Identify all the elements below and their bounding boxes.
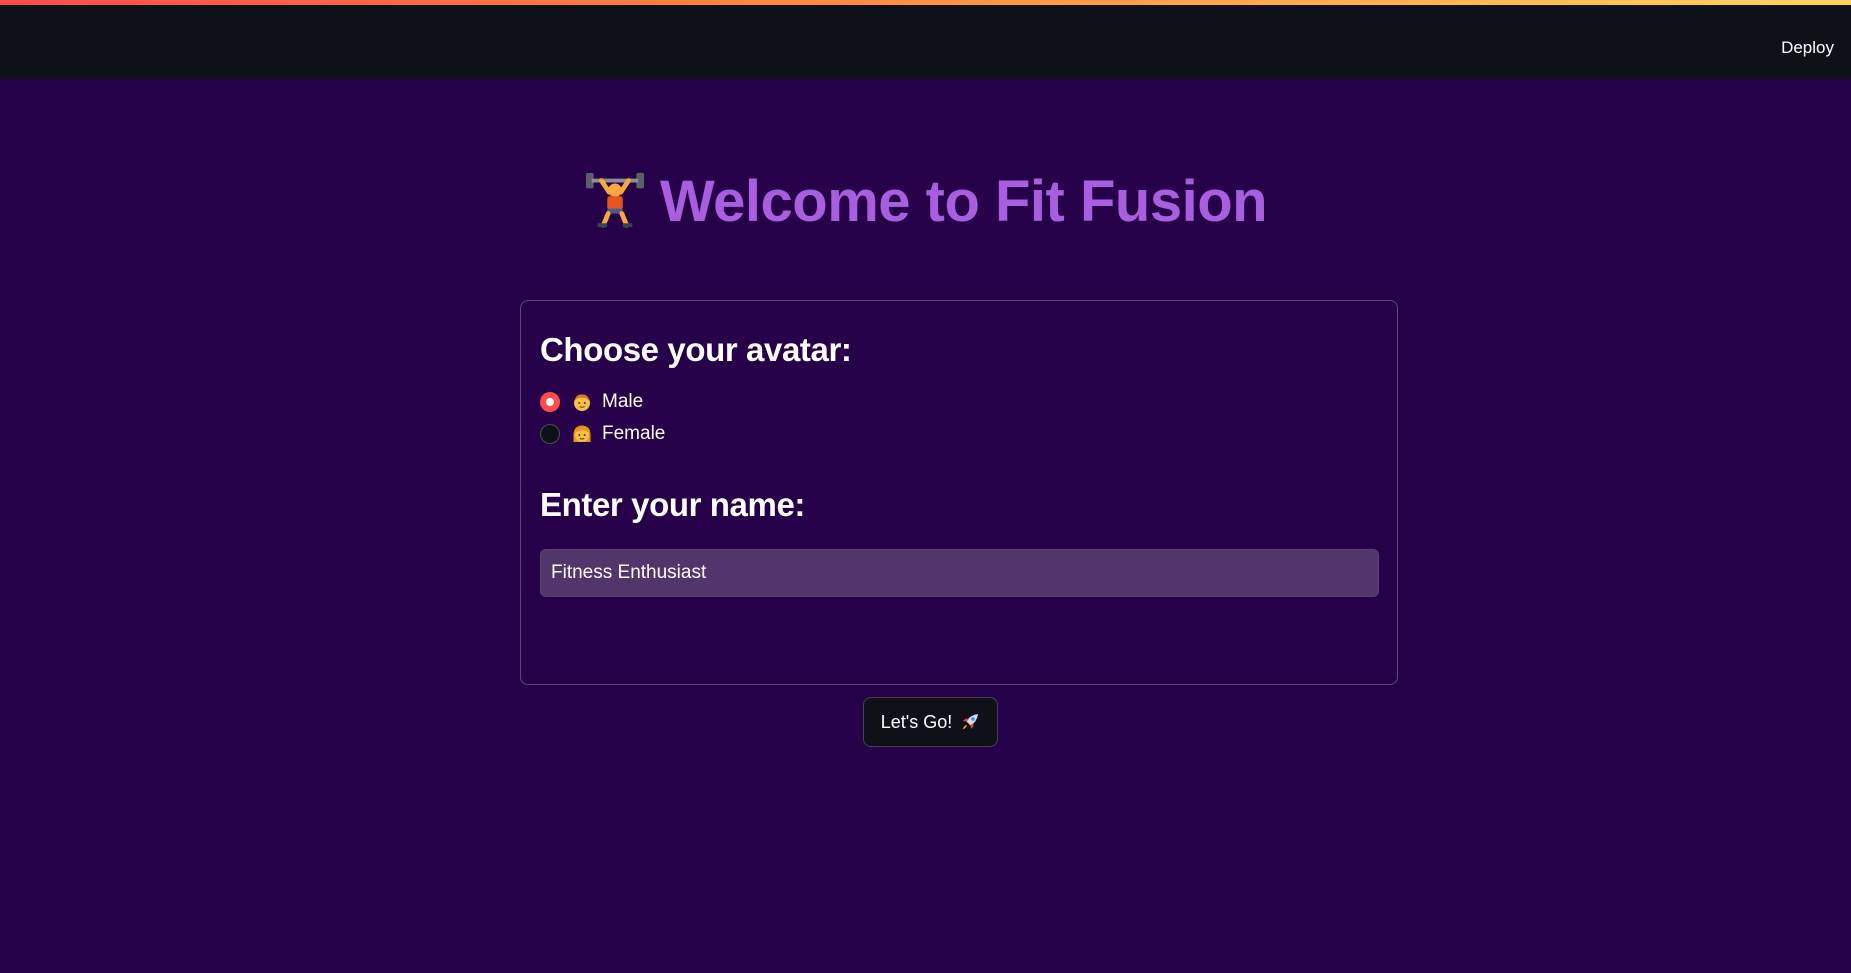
avatar-option-male[interactable]: Male bbox=[540, 389, 643, 415]
name-input[interactable] bbox=[540, 549, 1379, 597]
avatar-option-female[interactable]: Female bbox=[540, 421, 665, 447]
radio-female[interactable] bbox=[540, 424, 560, 444]
radio-male[interactable] bbox=[540, 392, 560, 412]
main-content: Welcome to Fit Fusion Choose your avatar… bbox=[0, 79, 1851, 973]
page-title: Welcome to Fit Fusion bbox=[0, 167, 1851, 235]
avatar-option-male-label: Male bbox=[602, 391, 644, 412]
rocket-icon bbox=[962, 714, 979, 730]
avatar-heading: Choose your avatar: bbox=[540, 331, 852, 368]
woman-face-icon bbox=[573, 425, 591, 442]
deploy-button[interactable]: Deploy bbox=[1781, 38, 1834, 58]
page-title-text: Welcome to Fit Fusion bbox=[659, 169, 1268, 234]
app-header: Deploy bbox=[0, 5, 1851, 79]
avatar-option-female-label: Female bbox=[602, 423, 666, 444]
lets-go-button[interactable]: Let's Go! bbox=[863, 697, 998, 747]
weight-lifter-icon bbox=[585, 172, 644, 228]
name-heading: Enter your name: bbox=[540, 486, 805, 523]
login-card: Choose your avatar: Male Female Enter yo… bbox=[520, 300, 1398, 747]
lets-go-button-label: Let's Go! bbox=[880, 711, 953, 732]
man-face-icon bbox=[574, 394, 590, 411]
